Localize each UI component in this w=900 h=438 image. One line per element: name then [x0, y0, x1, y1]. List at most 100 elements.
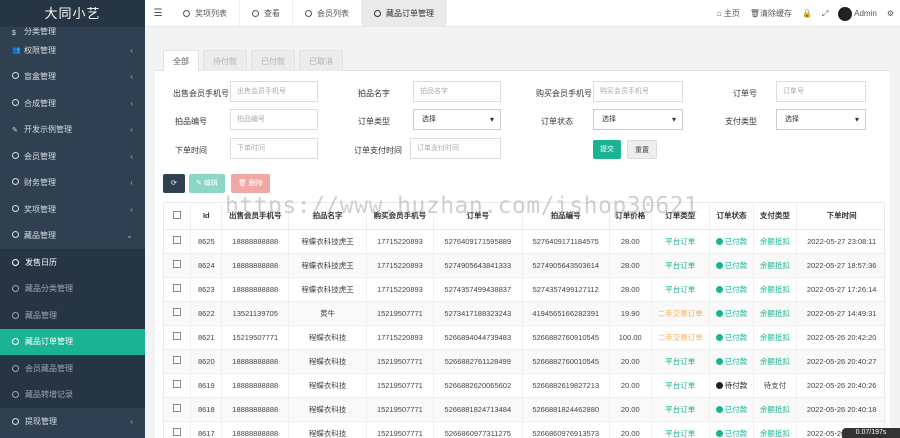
row-checkbox[interactable]	[173, 236, 182, 244]
order-type-select[interactable]: 选择	[413, 109, 501, 130]
order-type-label: 订单类型	[358, 117, 390, 126]
table-row[interactable]: 8623 18888888888 程蝶衣科技虎王 17715220893 5274357…	[164, 277, 884, 302]
sidebar-item[interactable]: 奖项管理 ‹	[0, 196, 145, 223]
sidebar-item[interactable]: 合成管理 ‹	[0, 90, 145, 117]
cell-item-name: 程蝶衣科技虎王	[288, 253, 368, 278]
row-checkbox[interactable]	[173, 284, 182, 292]
cell-pay-type: 余额抵扣	[753, 277, 797, 302]
settings-icon[interactable]: ⚙	[887, 9, 894, 18]
status-dot-icon	[715, 238, 723, 246]
sidebar-item[interactable]: $ 分类管理	[0, 27, 145, 37]
buyer-phone-input[interactable]: 购买会员手机号	[593, 81, 683, 102]
order-time-input[interactable]: 下单时间	[230, 138, 318, 159]
col-id[interactable]: Id	[190, 203, 223, 230]
item-name-label: 拍品名字	[358, 89, 390, 98]
col-pay-type[interactable]: 支付类型	[753, 203, 797, 230]
row-checkbox[interactable]	[173, 356, 182, 364]
select-all-checkbox[interactable]	[173, 210, 182, 219]
table-row[interactable]: 8621 15219507771 程蝶衣科技 17715220893 526689404…	[164, 325, 884, 350]
table-row[interactable]: 8620 18888888888 程蝶衣科技 15219507771 526688276…	[164, 349, 884, 374]
row-checkbox[interactable]	[173, 332, 182, 340]
sidebar-subitem[interactable]: 会员藏品管理	[0, 355, 145, 382]
tab-pending-payment[interactable]: 待付款	[203, 50, 247, 71]
circle-icon	[12, 204, 24, 214]
sidebar-item[interactable]: 会员管理 ‹	[0, 143, 145, 170]
item-name-input[interactable]: 拍品名字	[413, 81, 501, 102]
cell-order-no: 5273417188323243	[433, 301, 523, 326]
tab-paid[interactable]: 已付款	[251, 50, 295, 71]
clear-cache-link[interactable]: 🗑清除缓存	[750, 8, 792, 19]
sidebar-subitem[interactable]: 藏品订单管理	[0, 328, 145, 355]
sidebar-item[interactable]: 财务管理 ‹	[0, 170, 145, 197]
top-bar: ☰ 奖项列表 查看 会员列表 藏品订单管理 ⌂ 主页 🗑清除缓存 🔒 ⤢ Admin …	[145, 0, 900, 27]
fullscreen-icon[interactable]: ⤢	[822, 9, 828, 19]
reset-button[interactable]: 重置	[627, 140, 657, 159]
status-dot-icon	[715, 262, 723, 270]
circle-icon	[374, 9, 381, 17]
user-menu[interactable]: Admin	[838, 6, 877, 21]
pay-type-select[interactable]: 选择	[776, 109, 866, 130]
row-checkbox[interactable]	[173, 308, 182, 316]
col-item-name[interactable]: 拍品名字	[288, 203, 368, 230]
item-no-input[interactable]: 拍品编号	[230, 109, 318, 130]
row-checkbox[interactable]	[173, 404, 182, 412]
order-status-select[interactable]: 选择	[593, 109, 683, 130]
sidebar-item[interactable]: 盲盒管理 ‹	[0, 64, 145, 91]
col-order-time[interactable]: 下单时间	[796, 203, 884, 230]
col-order-type[interactable]: 订单类型	[651, 203, 710, 230]
sidebar: 大同小艺 $ 分类管理 👥 权限管理 ‹ 盲盒管理 ‹ 合成管理 ‹ ✎ 开发示例管理 ‹ 会员管理 ‹ 财…	[0, 0, 145, 438]
sidebar-subitem[interactable]: 藏品管理	[0, 302, 145, 329]
sidebar-item[interactable]: 提现管理 ‹	[0, 408, 145, 435]
circle-icon	[12, 258, 19, 266]
page-tab[interactable]: 会员列表	[293, 0, 362, 27]
row-checkbox-cell	[164, 421, 192, 438]
order-status-label: 订单状态	[541, 117, 573, 126]
tab-all[interactable]: 全部	[163, 50, 199, 71]
menu-toggle-icon[interactable]: ☰	[145, 8, 171, 19]
col-order-status[interactable]: 订单状态	[709, 203, 755, 230]
table-row[interactable]: 8625 18888888888 程蝶衣科技虎王 17715220893 5276409…	[164, 229, 884, 254]
table-row[interactable]: 8622 13521139705 黄牛 15219507771 527341718832…	[164, 301, 884, 326]
col-item-no[interactable]: 拍品编号	[522, 203, 610, 230]
row-checkbox[interactable]	[173, 428, 182, 436]
sidebar-subitem[interactable]: 藏品分类管理	[0, 276, 145, 303]
pay-time-input[interactable]: 订单支付时间	[410, 138, 501, 159]
submit-button[interactable]: 提交	[593, 140, 621, 159]
sidebar-item[interactable]: ✎ 开发示例管理 ‹	[0, 117, 145, 144]
sidebar-item[interactable]: 👥 权限管理 ‹	[0, 37, 145, 64]
sidebar-item-label: 藏品管理	[24, 231, 56, 241]
sidebar-subitem[interactable]: 藏品转增记录	[0, 382, 145, 409]
row-checkbox[interactable]	[173, 260, 182, 268]
edit-button[interactable]: ✎ 编辑	[189, 174, 225, 193]
status-text: 已付款	[724, 236, 748, 246]
home-link[interactable]: ⌂ 主页	[717, 8, 740, 19]
row-checkbox[interactable]	[173, 380, 182, 388]
table-row[interactable]: 8624 18888888888 程蝶衣科技虎王 17715220893 5274905…	[164, 253, 884, 278]
sidebar-item[interactable]: 藏品管理 ⌄	[0, 223, 145, 250]
select-all-checkbox-cell	[164, 203, 192, 230]
refresh-button[interactable]: ⟳	[163, 174, 185, 193]
col-seller-phone[interactable]: 出售会员手机号	[221, 203, 290, 230]
col-price[interactable]: 订单价格	[609, 203, 652, 230]
cell-seller-phone: 18888888888	[221, 373, 290, 398]
cell-pay-type: 余额抵扣	[753, 325, 797, 350]
page-tab[interactable]: 奖项列表	[171, 0, 240, 27]
col-buyer-phone[interactable]: 购买会员手机号	[366, 203, 434, 230]
cell-item-no: 5266882760010545	[522, 349, 610, 374]
tab-cancelled[interactable]: 已取消	[299, 50, 343, 71]
page-tab[interactable]: 查看	[240, 0, 293, 27]
cell-order-no: 5274905643841333	[433, 253, 523, 278]
table-row[interactable]: 8618 18888888888 程蝶衣科技 15219507771 526688182…	[164, 397, 884, 422]
cell-seller-phone: 18888888888	[221, 349, 290, 374]
page-tab[interactable]: 藏品订单管理	[362, 0, 447, 27]
seller-phone-input[interactable]: 出售会员手机号	[230, 81, 318, 102]
delete-button[interactable]: 🗑 删除	[231, 174, 270, 193]
table-row[interactable]: 8619 18888888888 程蝶衣科技 15219507771 526688262…	[164, 373, 884, 398]
status-dot-icon	[715, 382, 723, 390]
table-row[interactable]: 8617 18888888888 程蝶衣科技 15219507771 526686097…	[164, 421, 884, 438]
sidebar-subitem[interactable]: 发售日历	[0, 249, 145, 276]
cell-buyer-phone: 15219507771	[366, 373, 434, 398]
lock-icon[interactable]: 🔒	[802, 9, 812, 18]
col-order-no[interactable]: 订单号	[433, 203, 523, 230]
order-no-input[interactable]: 订单号	[776, 81, 866, 102]
